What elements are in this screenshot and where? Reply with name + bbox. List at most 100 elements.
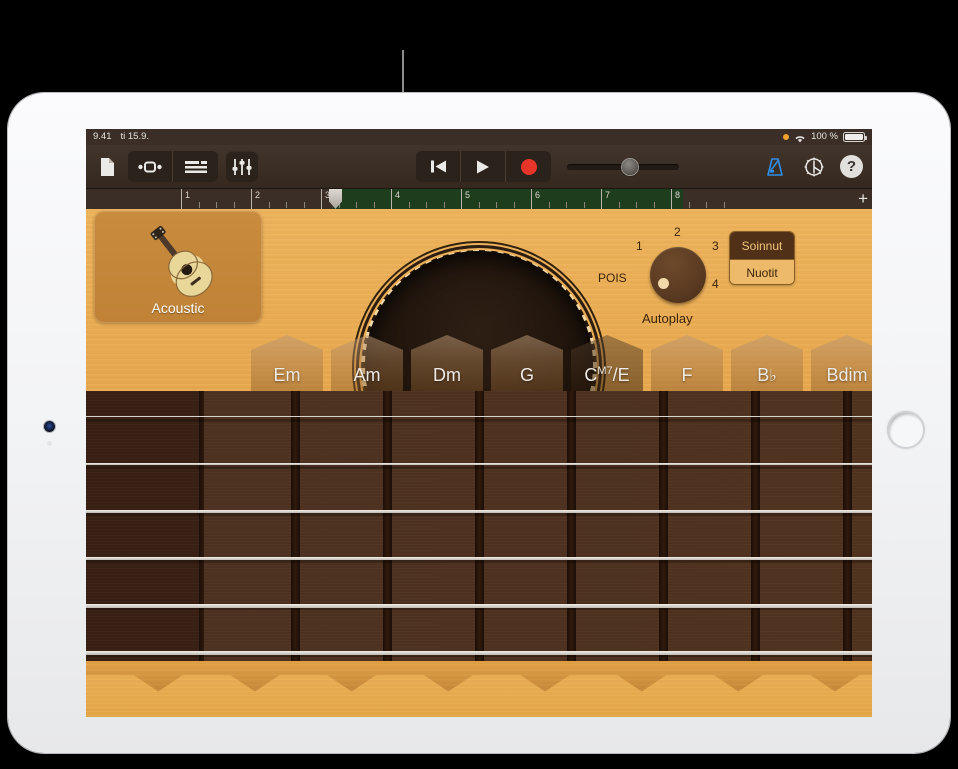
wifi-icon	[794, 133, 806, 142]
fret	[475, 391, 484, 661]
autoplay-knob[interactable]	[650, 247, 706, 303]
ruler-beat-tick	[426, 202, 427, 208]
ruler-bar-number: 2	[255, 190, 261, 200]
ipad-screen: 9.41 ti 15.9. 100 % ? 1 2 3 4 5 6 7 8 + …	[86, 129, 872, 717]
ruler-beat-tick	[216, 202, 217, 208]
notes-mode-button[interactable]: Nuotit	[730, 259, 794, 284]
fret	[383, 391, 392, 661]
fret	[291, 391, 300, 661]
chord-strip[interactable]: Bdim	[811, 335, 872, 397]
home-button[interactable]	[887, 411, 925, 449]
autoplay-control[interactable]: POIS 1 2 3 4 Autoplay	[598, 225, 732, 327]
ruler-bar-number: 8	[675, 190, 681, 200]
fret	[751, 391, 760, 661]
chord-strip[interactable]: Em	[251, 335, 323, 397]
guitar-string[interactable]	[86, 510, 872, 513]
fretboard[interactable]	[86, 391, 872, 661]
string-shadow	[86, 512, 872, 516]
ruler-beat-tick	[198, 202, 200, 208]
status-time: 9.41	[93, 131, 112, 142]
guitar-bottom-wood	[86, 675, 872, 717]
autoplay-position-1[interactable]: 1	[636, 239, 643, 253]
acoustic-guitar-icon	[134, 221, 226, 301]
orange-recording-dot-icon	[783, 134, 790, 140]
ruler-beat-tick	[268, 202, 270, 208]
chord-strip[interactable]: CM7/E	[571, 335, 643, 397]
cycle-region[interactable]	[333, 189, 683, 209]
chord-label: F	[681, 365, 693, 385]
ruler-bar-tick	[181, 189, 182, 209]
ruler-beat-tick	[566, 202, 567, 208]
ruler-beat-tick	[408, 202, 410, 208]
mixer-icon[interactable]	[226, 151, 258, 182]
guitar-string[interactable]	[86, 557, 872, 561]
ruler-bar-tick	[321, 189, 322, 209]
metronome-icon[interactable]	[762, 151, 788, 182]
chord-strip[interactable]: G	[491, 335, 563, 397]
ruler-beat-tick	[618, 202, 620, 208]
ruler-bar-tick	[461, 189, 462, 209]
ruler-beat-tick	[286, 202, 287, 208]
help-button[interactable]: ?	[840, 155, 863, 178]
ruler-beat-tick	[723, 202, 725, 208]
instrument-name-label: Acoustic	[151, 300, 205, 316]
ruler-bar-tick	[531, 189, 532, 209]
fret	[843, 391, 852, 661]
ruler-bar-number: 4	[395, 190, 401, 200]
ruler-beat-tick	[233, 202, 235, 208]
chord-strip[interactable]: B♭	[731, 335, 803, 397]
status-bar: 9.41 ti 15.9. 100 %	[86, 129, 872, 145]
chord-label: G	[519, 365, 534, 385]
front-camera-icon	[44, 421, 55, 432]
ruler-beat-tick	[478, 202, 480, 208]
guitar-instrument-area: Acoustic POIS 1 2 3 4 Autoplay Soinnut N…	[86, 209, 872, 717]
ruler-bar-tick	[391, 189, 392, 209]
ruler-bar-number: 1	[185, 190, 191, 200]
nut	[199, 391, 204, 661]
record-icon[interactable]	[506, 151, 551, 182]
string-shadow	[86, 418, 872, 422]
chord-strip[interactable]: Am	[331, 335, 403, 397]
instrument-card[interactable]: Acoustic	[94, 211, 262, 323]
fret	[659, 391, 668, 661]
ruler-beat-tick	[653, 202, 655, 208]
ruler-beat-tick	[688, 202, 690, 208]
ruler-beat-tick	[513, 202, 515, 208]
chord-strip[interactable]: F	[651, 335, 723, 397]
guitar-string[interactable]	[86, 651, 872, 656]
autoplay-position-2[interactable]: 2	[674, 225, 681, 239]
chords-mode-button[interactable]: Soinnut	[730, 232, 794, 259]
guitar-string[interactable]	[86, 463, 872, 465]
loop-browser-icon[interactable]	[128, 151, 173, 182]
document-icon[interactable]	[94, 151, 120, 182]
ruler-bar-tick	[671, 189, 672, 209]
autoplay-title-label: Autoplay	[642, 311, 693, 326]
volume-slider-handle[interactable]	[622, 158, 638, 175]
battery-icon	[843, 132, 867, 142]
guitar-string[interactable]	[86, 604, 872, 608]
ruler-bar-tick	[251, 189, 252, 209]
chord-label: CM7/E	[584, 365, 630, 385]
ruler-bar-number: 5	[465, 190, 471, 200]
autoplay-position-4[interactable]: 4	[712, 277, 719, 291]
volume-slider[interactable]	[567, 158, 679, 175]
autoplay-off-label[interactable]: POIS	[598, 271, 627, 285]
autoplay-position-3[interactable]: 3	[712, 239, 719, 253]
chord-label: Dm	[433, 365, 461, 385]
status-bar-left: 9.41 ti 15.9.	[93, 129, 149, 145]
gear-icon[interactable]	[801, 151, 827, 182]
guitar-string[interactable]	[86, 416, 872, 418]
ruler[interactable]: 12345678 +	[86, 189, 872, 209]
chord-label: Bdim	[826, 365, 868, 385]
track-view-icon[interactable]	[173, 151, 218, 182]
ruler-beat-tick	[356, 202, 357, 208]
toolbar-right-group: ?	[762, 151, 863, 182]
toolbar-left-group	[94, 151, 258, 182]
rewind-icon[interactable]	[416, 151, 461, 182]
mode-button-group: Soinnut Nuotit	[729, 231, 795, 285]
chord-label: Am	[353, 365, 381, 385]
add-section-button[interactable]: +	[858, 190, 868, 207]
chord-strip[interactable]: Dm	[411, 335, 483, 397]
status-date: ti 15.9.	[120, 131, 150, 142]
play-icon[interactable]	[461, 151, 506, 182]
